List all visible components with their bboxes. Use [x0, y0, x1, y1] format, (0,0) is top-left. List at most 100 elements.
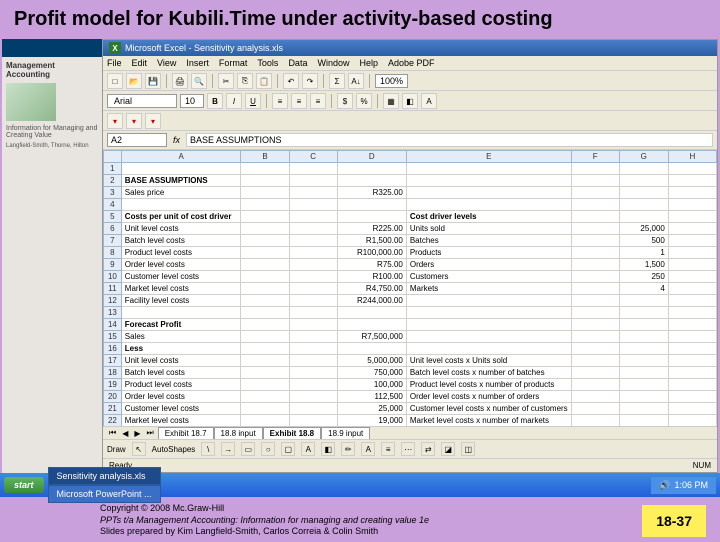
cell[interactable]: [571, 187, 619, 199]
preview-icon[interactable]: 🔍: [191, 73, 207, 89]
cell[interactable]: [289, 235, 337, 247]
menu-window[interactable]: Window: [317, 58, 349, 68]
sheet-tab[interactable]: Exhibit 18.8: [263, 427, 321, 439]
row-header[interactable]: 17: [104, 355, 122, 367]
col-header[interactable]: C: [289, 151, 337, 163]
dash-icon[interactable]: ⋯: [401, 442, 415, 456]
cell[interactable]: [289, 415, 337, 427]
cell[interactable]: [668, 163, 716, 175]
cell[interactable]: Sales: [121, 331, 241, 343]
oval-icon[interactable]: ○: [261, 442, 275, 456]
new-icon[interactable]: □: [107, 73, 123, 89]
row-header[interactable]: 2: [104, 175, 122, 187]
tab-last-icon[interactable]: ⏭: [145, 428, 156, 438]
cell[interactable]: [289, 379, 337, 391]
cell[interactable]: [668, 319, 716, 331]
cell[interactable]: Costs per unit of cost driver: [121, 211, 241, 223]
cell[interactable]: [668, 295, 716, 307]
cell[interactable]: [668, 211, 716, 223]
row-header[interactable]: 12: [104, 295, 122, 307]
cell[interactable]: [406, 331, 571, 343]
cell[interactable]: [241, 319, 289, 331]
sheet-tab[interactable]: 18.9 input: [321, 427, 370, 439]
row-header[interactable]: 15: [104, 331, 122, 343]
cell[interactable]: [668, 367, 716, 379]
tab-prev-icon[interactable]: ◀: [120, 429, 130, 438]
menu-edit[interactable]: Edit: [132, 58, 148, 68]
cell[interactable]: Forecast Profit: [121, 319, 241, 331]
row-header[interactable]: 16: [104, 343, 122, 355]
cell[interactable]: [571, 355, 619, 367]
cell[interactable]: 250: [619, 271, 668, 283]
menu-tools[interactable]: Tools: [257, 58, 278, 68]
cell[interactable]: [121, 199, 241, 211]
tab-next-icon[interactable]: ▶: [132, 429, 142, 438]
cell[interactable]: R75.00: [337, 259, 406, 271]
font-dropdown[interactable]: Arial: [107, 94, 177, 108]
cell[interactable]: [337, 307, 406, 319]
menu-view[interactable]: View: [157, 58, 176, 68]
row-header[interactable]: 18: [104, 367, 122, 379]
cell[interactable]: Batches: [406, 235, 571, 247]
menu-insert[interactable]: Insert: [186, 58, 209, 68]
cell[interactable]: [619, 211, 668, 223]
cell[interactable]: R244,000.00: [337, 295, 406, 307]
cell[interactable]: [571, 403, 619, 415]
pdf-review-icon[interactable]: ▾: [145, 113, 161, 129]
cell[interactable]: [289, 259, 337, 271]
row-header[interactable]: 6: [104, 223, 122, 235]
cell[interactable]: R1,500.00: [337, 235, 406, 247]
cell[interactable]: [289, 175, 337, 187]
cell[interactable]: [571, 331, 619, 343]
row-header[interactable]: 14: [104, 319, 122, 331]
cell[interactable]: [241, 391, 289, 403]
cell[interactable]: [289, 331, 337, 343]
menu-file[interactable]: File: [107, 58, 122, 68]
redo-icon[interactable]: ↷: [302, 73, 318, 89]
cell[interactable]: R4,750.00: [337, 283, 406, 295]
cell[interactable]: [337, 163, 406, 175]
cell[interactable]: Customer level costs x number of custome…: [406, 403, 571, 415]
cell[interactable]: [668, 343, 716, 355]
cell[interactable]: [241, 379, 289, 391]
select-all-cell[interactable]: [104, 151, 122, 163]
sheet-tab[interactable]: 18.8 input: [214, 427, 263, 439]
cell[interactable]: 19,000: [337, 415, 406, 427]
cell[interactable]: [571, 343, 619, 355]
cell[interactable]: R100.00: [337, 271, 406, 283]
taskbar-item[interactable]: Sensitivity analysis.xls: [48, 467, 161, 485]
linecolor-icon[interactable]: ✏: [341, 442, 355, 456]
cell[interactable]: [619, 187, 668, 199]
row-header[interactable]: 9: [104, 259, 122, 271]
cell[interactable]: [241, 211, 289, 223]
cell[interactable]: Sales price: [121, 187, 241, 199]
pdf-icon[interactable]: ▾: [107, 113, 123, 129]
sum-icon[interactable]: Σ: [329, 73, 345, 89]
cell[interactable]: Markets: [406, 283, 571, 295]
cell[interactable]: [619, 367, 668, 379]
cell[interactable]: [337, 199, 406, 211]
cell[interactable]: [121, 163, 241, 175]
cell[interactable]: [289, 163, 337, 175]
cell[interactable]: [619, 355, 668, 367]
cell[interactable]: [241, 247, 289, 259]
underline-icon[interactable]: U: [245, 93, 261, 109]
cell[interactable]: [619, 343, 668, 355]
cell[interactable]: [619, 175, 668, 187]
cell[interactable]: Product level costs: [121, 379, 241, 391]
bold-icon[interactable]: B: [207, 93, 223, 109]
cell[interactable]: [241, 355, 289, 367]
copy-icon[interactable]: ⎘: [237, 73, 253, 89]
menu-adobepdf[interactable]: Adobe PDF: [388, 58, 435, 68]
cell[interactable]: [289, 295, 337, 307]
save-icon[interactable]: 💾: [145, 73, 161, 89]
cell[interactable]: 25,000: [619, 223, 668, 235]
tray-icon[interactable]: 🔊: [659, 480, 670, 491]
sheet-tab[interactable]: Exhibit 18.7: [158, 427, 214, 439]
cell[interactable]: Orders: [406, 259, 571, 271]
cell[interactable]: [619, 163, 668, 175]
cell[interactable]: 1,500: [619, 259, 668, 271]
cell[interactable]: [241, 271, 289, 283]
cell[interactable]: [668, 247, 716, 259]
cell[interactable]: [289, 319, 337, 331]
